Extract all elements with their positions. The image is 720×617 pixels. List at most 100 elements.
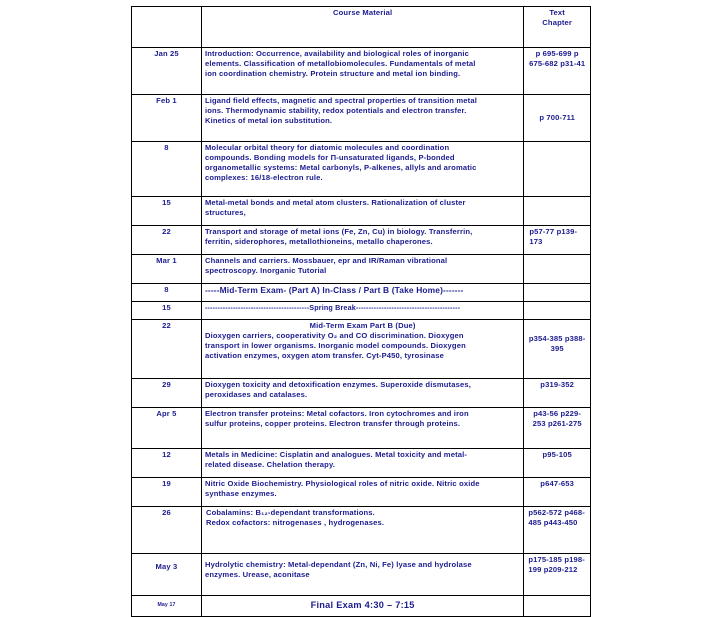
row-date: 15 <box>131 301 202 320</box>
table-row: 29 Dioxygen toxicity and detoxification … <box>131 378 591 408</box>
row-date: 26 <box>131 506 202 554</box>
material-line: Molecular orbital theory for diatomic mo… <box>204 143 450 152</box>
table-row: 15 Metal-metal bonds and metal atom clus… <box>131 196 591 226</box>
row-material: Transport and storage of metal ions (Fe,… <box>200 225 525 255</box>
chapter-line: p647-653 <box>540 479 575 488</box>
table-row: May 3 Hydrolytic chemistry: Metal-depend… <box>131 553 591 596</box>
material-line: ----------------------------------------… <box>204 303 461 312</box>
material-line: spectroscopy. Inorganic Tutorial <box>204 266 327 276</box>
table-row: 22 Transport and storage of metal ions (… <box>131 225 591 255</box>
material-line: Redox cofactors: nitrogenases , hydrogen… <box>205 518 385 528</box>
material-line: Dioxygen carriers, cooperativity O₂ and … <box>204 331 464 341</box>
row-material: Ligand field effects, magnetic and spect… <box>200 94 525 142</box>
row-date-final: May 17 <box>131 595 202 617</box>
row-date: 8 <box>131 283 202 302</box>
material-line: sulfur proteins, copper proteins. Electr… <box>204 419 461 429</box>
row-chapter: p354-385 p388-395 <box>523 319 591 379</box>
row-chapter <box>523 141 591 197</box>
table-row: 19 Nitric Oxide Biochemistry. Physiologi… <box>131 477 591 507</box>
material-line: synthase enzymes. <box>204 489 277 499</box>
chapter-line: p209-212 <box>543 565 578 575</box>
row-material: Molecular orbital theory for diatomic mo… <box>200 141 525 197</box>
row-date: Feb 1 <box>131 94 202 142</box>
header-date-cell <box>131 6 202 48</box>
row-date: 29 <box>131 378 202 408</box>
row-material: Dioxygen toxicity and detoxification enz… <box>200 378 525 408</box>
table-row: Jan 25 Introduction: Occurrence, availab… <box>131 47 591 95</box>
row-material-cobalamins: Cobalamins: B₁₂-dependant transformation… <box>200 506 525 554</box>
table-row: Feb 1 Ligand field effects, magnetic and… <box>131 94 591 142</box>
row-material: Electron transfer proteins: Metal cofact… <box>200 407 525 449</box>
row-material: Introduction: Occurrence, availability a… <box>200 47 525 95</box>
header-text-chapter-line1: Text <box>549 8 565 17</box>
material-line: peroxidases and catalases. <box>204 390 308 400</box>
table-row: May 17 Final Exam 4:30 – 7:15 <box>131 595 591 617</box>
table-header-row: Course Material Text Chapter <box>131 6 591 48</box>
row-date: Mar 1 <box>131 254 202 284</box>
row-date: 15 <box>131 196 202 226</box>
material-line: elements. Classification of metallobiomo… <box>204 59 476 69</box>
chapter-line: p175-185 <box>528 555 563 564</box>
row-date: Apr 5 <box>131 407 202 449</box>
row-chapter: p562-572 p468-485 p443-450 <box>523 506 591 554</box>
material-line: Transport and storage of metal ions (Fe,… <box>204 227 473 236</box>
chapter-line: p261-275 <box>548 419 582 429</box>
table-row: 8 -----Mid-Term Exam- (Part A) In-Class … <box>131 283 591 302</box>
material-line: -----Mid-Term Exam- (Part A) In-Class / … <box>204 285 464 295</box>
row-material: Metals in Medicine: Cisplatin and analog… <box>200 448 525 478</box>
row-date: 12 <box>131 448 202 478</box>
table-row: 8 Molecular orbital theory for diatomic … <box>131 141 591 197</box>
row-date: May 3 <box>131 553 202 596</box>
material-line: Dioxygen toxicity and detoxification enz… <box>204 380 471 389</box>
material-line: transport in lower organisms. Inorganic … <box>204 341 466 351</box>
syllabus-page: Course Material Text Chapter Jan 25 Intr… <box>0 0 720 617</box>
material-line: ferritin, siderophores, metallothioneins… <box>204 237 433 247</box>
course-schedule-table: Course Material Text Chapter Jan 25 Intr… <box>131 6 591 617</box>
chapter-line: p 700-711 <box>539 112 575 122</box>
table-row: 22 Mid-Term Exam Part B (Due) Dioxygen c… <box>131 319 591 379</box>
chapter-line: p562-572 <box>528 508 563 517</box>
row-chapter: p43-56 p229-253 p261-275 <box>523 407 591 449</box>
row-chapter <box>523 254 591 284</box>
header-text-chapter: Text Chapter <box>523 6 591 48</box>
table-row: 15 -------------------------------------… <box>131 301 591 320</box>
row-chapter: p319-352 <box>523 378 591 408</box>
row-chapter: p175-185 p198-199 p209-212 <box>523 553 591 596</box>
material-line: Electron transfer proteins: Metal cofact… <box>204 409 469 418</box>
material-line: Metals in Medicine: Cisplatin and analog… <box>204 450 468 459</box>
chapter-line: p57-77 <box>529 227 555 236</box>
material-line: enzymes. Urease, aconitase <box>204 570 310 580</box>
chapter-line: p443-450 <box>543 518 578 528</box>
material-line: complexes: 16/18-electron rule. <box>204 173 323 183</box>
row-chapter <box>523 283 591 302</box>
table-row: Mar 1 Channels and carriers. Mossbauer, … <box>131 254 591 284</box>
row-material: Mid-Term Exam Part B (Due) Dioxygen carr… <box>200 319 525 379</box>
chapter-line: p95-105 <box>542 450 572 459</box>
table-row: 26 Cobalamins: B₁₂-dependant transformat… <box>131 506 591 554</box>
chapter-line: p31-41 <box>560 59 586 69</box>
material-line: Kinetics of metal ion substitution. <box>204 116 333 126</box>
chapter-line: p319-352 <box>540 380 575 389</box>
material-line: Channels and carriers. Mossbauer, epr an… <box>204 256 448 265</box>
material-line: Nitric Oxide Biochemistry. Physiological… <box>204 479 480 488</box>
header-text-chapter-line2: Chapter <box>542 18 573 28</box>
row-date: 8 <box>131 141 202 197</box>
row-material: Nitric Oxide Biochemistry. Physiological… <box>200 477 525 507</box>
header-course-material: Course Material <box>200 6 525 48</box>
row-material-spring-break: ----------------------------------------… <box>200 301 525 320</box>
row-chapter: p647-653 <box>523 477 591 507</box>
row-material: Channels and carriers. Mossbauer, epr an… <box>200 254 525 284</box>
material-line: ions. Thermodynamic stability, redox pot… <box>204 106 467 116</box>
material-line: Metal-metal bonds and metal atom cluster… <box>204 198 466 207</box>
row-date: 19 <box>131 477 202 507</box>
row-chapter: p 695-699 p 675-682 p31-41 <box>523 47 591 95</box>
material-line: organometallic systems: Metal carbonyls,… <box>204 163 477 173</box>
row-material: Metal-metal bonds and metal atom cluster… <box>200 196 525 226</box>
material-line: structures, <box>204 208 246 218</box>
material-line: activation enzymes, oxygen atom transfer… <box>204 351 444 361</box>
chapter-line: p354-385 <box>528 334 563 343</box>
table-row: 12 Metals in Medicine: Cisplatin and ana… <box>131 448 591 478</box>
material-line: Cobalamins: B₁₂-dependant transformation… <box>205 508 375 517</box>
material-line: Final Exam 4:30 – 7:15 <box>310 600 415 610</box>
chapter-line: p 695-699 <box>535 49 572 58</box>
